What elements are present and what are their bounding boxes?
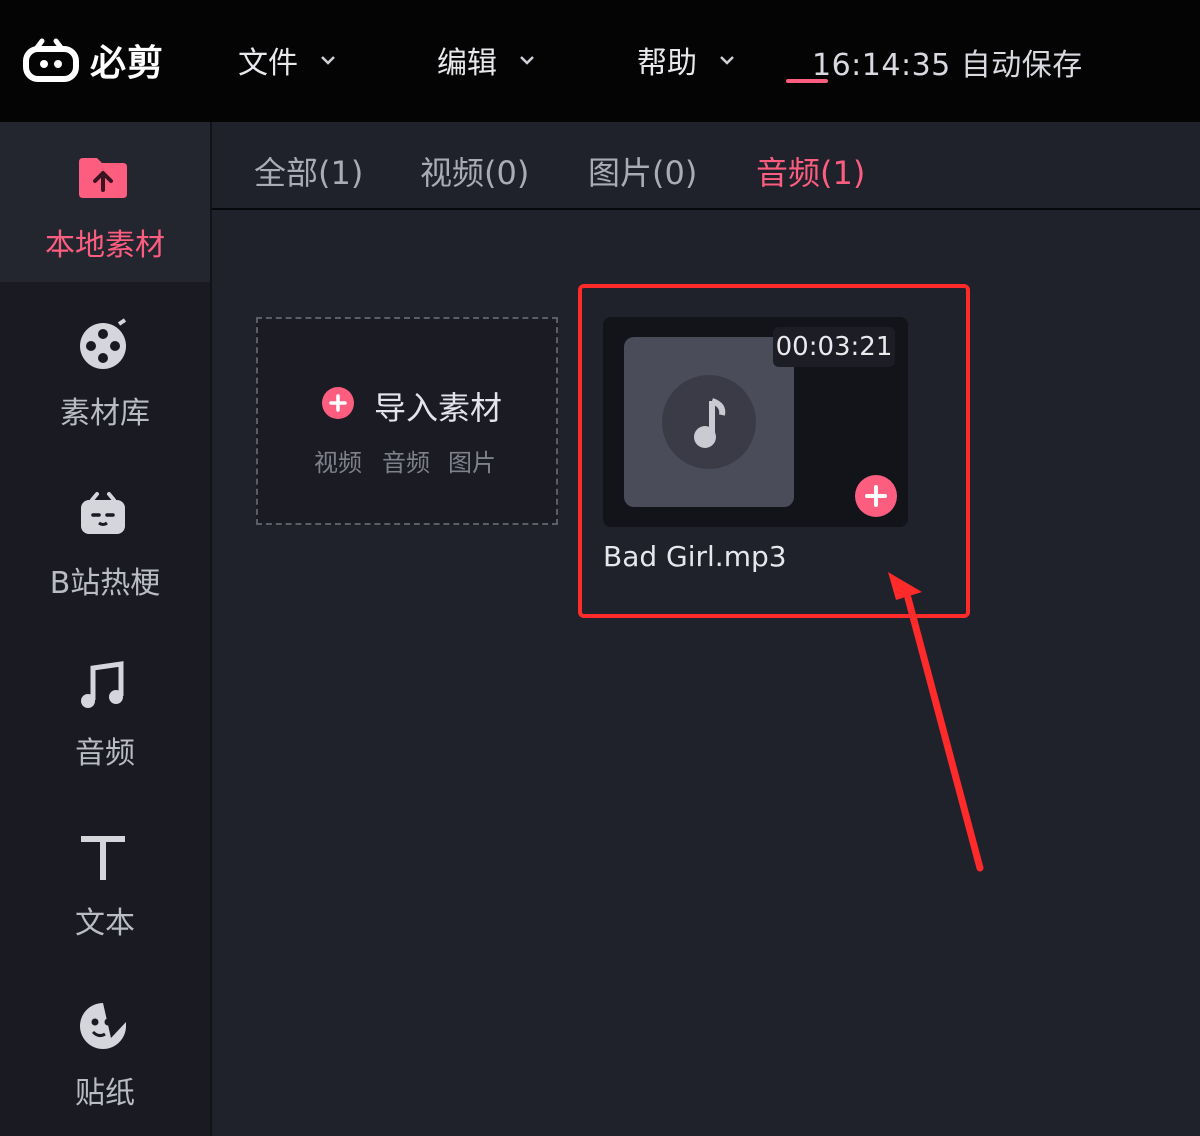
annotation-arrow (888, 572, 984, 872)
